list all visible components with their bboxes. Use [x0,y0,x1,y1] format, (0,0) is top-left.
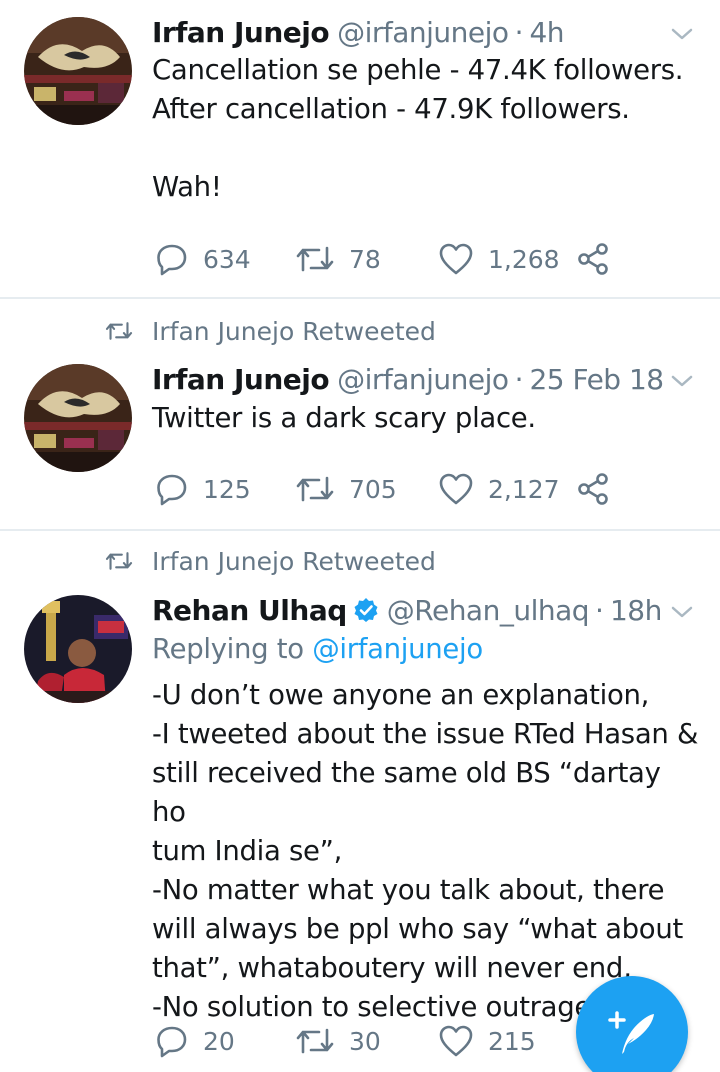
tweet-header: Irfan Junejo @irfanjunejo · 4h [152,11,696,53]
chevron-down-icon[interactable] [670,26,694,42]
retweet-icon [296,246,334,272]
heart-icon [439,473,473,505]
tweet-time[interactable]: 4h [529,16,564,49]
avatar-rehan[interactable] [24,595,132,703]
reply-count: 634 [203,244,251,274]
replying-to-mention[interactable]: @irfanjunejo [312,633,483,665]
retweet-icon [296,1028,334,1054]
tweet-text: Cancellation se pehle - 47.4K followers.… [152,51,702,207]
avatar-irfan[interactable] [24,364,132,472]
author-name[interactable]: Rehan Ulhaq [152,594,347,627]
reply-button[interactable]: 634 [155,239,251,279]
tweet-time[interactable]: 25 Feb 18 [529,363,664,396]
tweet-text-line: -I tweeted about the issue RTed Hasan & [152,718,699,750]
reply-button[interactable]: 20 [155,1021,235,1061]
tweet-text-line: still received the same old BS “dartay h… [152,757,661,828]
tweet-text-line: -No matter what you talk about, there [152,874,665,906]
tweet-actions: 125 705 2,127 [155,469,635,509]
retweeted-by: Irfan Junejo Retweeted [104,541,436,581]
heart-icon [439,243,473,275]
tweet-text-line: Twitter is a dark scary place. [152,402,536,434]
avatar-irfan[interactable] [24,17,132,125]
author-name[interactable]: Irfan Junejo [152,16,330,49]
heart-icon [439,1025,473,1057]
tweet-text-line [152,129,702,168]
retweeted-by-label[interactable]: Irfan Junejo Retweeted [152,547,436,576]
replying-to: Replying to @irfanjunejo [152,633,483,665]
reply-count: 20 [203,1026,235,1056]
tweet-text: -U don’t owe anyone an explanation, -I t… [152,676,702,1027]
share-icon[interactable] [577,243,609,275]
author-handle[interactable]: @irfanjunejo [337,363,509,396]
retweet-button[interactable]: 78 [295,239,381,279]
separator-dot: · [514,15,524,49]
separator-dot: · [595,593,604,627]
like-count: 1,268 [488,244,560,274]
tweet-actions: 20 30 215 [155,1021,635,1061]
retweeted-by-label[interactable]: Irfan Junejo Retweeted [152,317,436,346]
replying-to-label: Replying to [152,633,304,665]
chevron-down-icon[interactable] [670,373,694,389]
tweet-actions: 634 78 1,268 [155,239,635,279]
chevron-down-icon[interactable] [670,604,694,620]
retweet-icon [105,322,133,340]
like-button[interactable]: 1,268 [438,239,560,279]
share-icon[interactable] [577,473,609,505]
tweet-text-line: -U don’t owe anyone an explanation, [152,679,650,711]
tweet-text: Twitter is a dark scary place. [152,399,702,438]
retweet-button[interactable]: 30 [295,1021,381,1061]
verified-badge-icon [354,598,378,622]
reply-icon [157,1026,187,1058]
reply-count: 125 [203,474,251,504]
reply-button[interactable]: 125 [155,469,251,509]
compose-tweet-icon [608,1011,654,1054]
retweeted-by: Irfan Junejo Retweeted [104,311,436,351]
tweet-text-line: After cancellation - 47.9K followers. [152,93,630,125]
tweet-2[interactable]: Irfan Junejo Retweeted Irfan Junejo @irf… [0,299,720,529]
like-count: 2,127 [488,474,560,504]
retweet-icon [296,476,334,502]
retweet-count: 705 [349,474,397,504]
tweet-text-line: Cancellation se pehle - 47.4K followers. [152,54,684,86]
author-handle[interactable]: @Rehan_ulhaq [387,594,590,627]
retweet-icon [105,552,133,570]
author-handle[interactable]: @irfanjunejo [337,16,509,49]
like-count: 215 [488,1026,536,1056]
retweet-button[interactable]: 705 [295,469,397,509]
tweet-header: Rehan Ulhaq @Rehan_ulhaq · 18h [152,589,696,631]
like-button[interactable]: 215 [438,1021,536,1061]
tweet-header: Irfan Junejo @irfanjunejo · 25 Feb 18 [152,358,696,400]
tweet-text-line: tum India se”, [152,835,343,867]
tweet-text-line: will always be ppl who say “what about [152,913,683,945]
reply-icon [157,474,187,506]
tweet-time[interactable]: 18h [610,594,662,627]
tweet-1[interactable]: Irfan Junejo @irfanjunejo · 4h Cancellat… [0,0,720,298]
tweet-text-line: Wah! [152,171,222,203]
separator-dot: · [514,362,524,396]
retweet-count: 30 [349,1026,381,1056]
like-button[interactable]: 2,127 [438,469,560,509]
retweet-count: 78 [349,244,381,274]
author-name[interactable]: Irfan Junejo [152,363,330,396]
reply-icon [157,244,187,276]
